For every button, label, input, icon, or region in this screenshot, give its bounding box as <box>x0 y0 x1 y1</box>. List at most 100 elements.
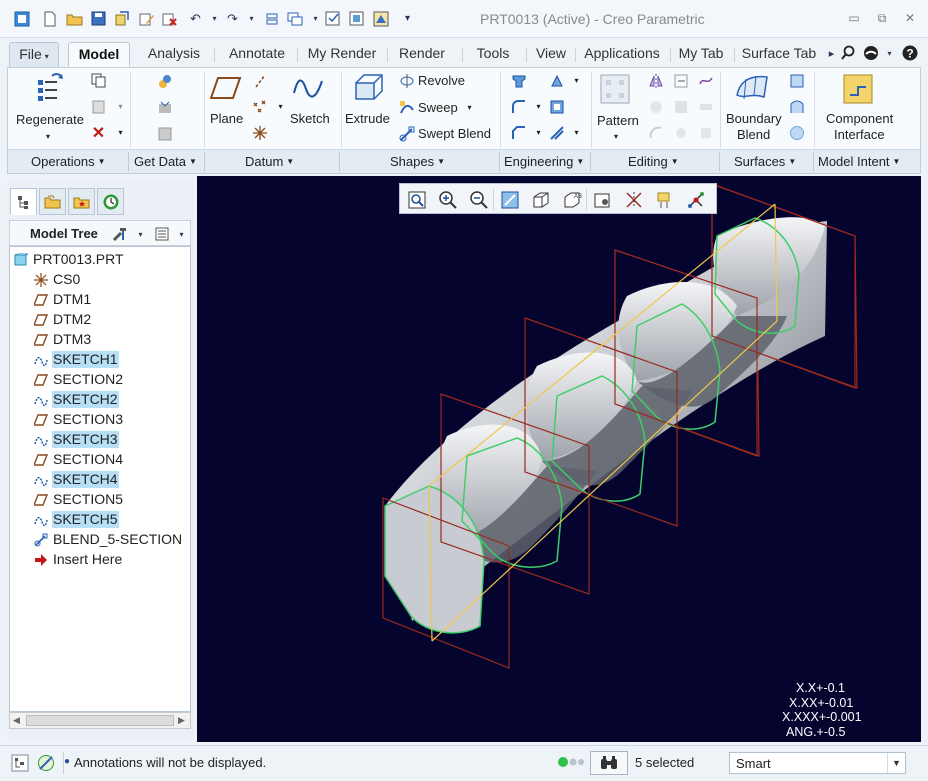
datum-axis-icon[interactable] <box>251 72 268 89</box>
annotation-display-icon[interactable] <box>652 187 677 212</box>
find-button[interactable] <box>590 751 628 775</box>
open-folder-icon[interactable] <box>65 9 84 28</box>
project-icon[interactable] <box>697 72 714 89</box>
graphics-viewport[interactable]: AB X.X+-0.1 X.XX+-0.01 X.XXX+-0.001 ANG.… <box>197 176 921 742</box>
solidify-icon[interactable] <box>697 124 714 141</box>
regenerate-icon[interactable] <box>30 71 70 107</box>
swept-blend-label[interactable]: Swept Blend <box>418 126 491 141</box>
undo-icon[interactable]: ↶ <box>186 9 205 28</box>
revolve-label[interactable]: Revolve <box>418 73 465 88</box>
settings-dropdown-icon[interactable]: ▾ <box>131 225 150 244</box>
horizontal-scrollbar[interactable]: ◀ ▶ <box>9 712 191 729</box>
tree-item[interactable]: BLEND_5-SECTION <box>10 530 190 549</box>
trim-icon[interactable] <box>647 124 664 141</box>
group-datum[interactable]: Datum ▼ <box>245 154 294 169</box>
tree-item[interactable]: SKETCH3 <box>10 430 190 449</box>
tree-item[interactable]: SKETCH4 <box>10 470 190 489</box>
tab-annotate[interactable]: Annotate <box>219 42 295 67</box>
tab-file[interactable]: File ▾ <box>9 42 59 67</box>
regenerate-label[interactable]: Regenerate <box>16 112 84 127</box>
close-window-icon[interactable] <box>160 9 179 28</box>
tab-model[interactable]: Model <box>68 42 130 67</box>
show-list-icon[interactable] <box>152 224 171 243</box>
tree-item[interactable]: CS0 <box>10 270 190 289</box>
paste-icon[interactable] <box>90 98 107 115</box>
intersect-icon[interactable] <box>672 124 689 141</box>
close-button[interactable]: ✕ <box>902 11 918 25</box>
chamfer-icon[interactable] <box>510 124 527 141</box>
regenerate-dropdown-icon[interactable]: ▾ <box>46 132 50 141</box>
plane-label[interactable]: Plane <box>210 111 243 126</box>
render-icon[interactable] <box>371 9 390 28</box>
windows-icon[interactable] <box>285 9 304 28</box>
group-engineering[interactable]: Engineering ▼ <box>504 154 584 169</box>
tree-item[interactable]: DTM1 <box>10 290 190 309</box>
tree-item[interactable]: SECTION3 <box>10 410 190 429</box>
offset-icon[interactable] <box>672 98 689 115</box>
tab-my-tab[interactable]: My Tab <box>672 42 730 67</box>
group-shapes[interactable]: Shapes ▼ <box>390 154 445 169</box>
display-style-icon[interactable] <box>528 187 553 212</box>
component-interface-icon[interactable] <box>840 72 876 106</box>
tree-item[interactable]: DTM2 <box>10 310 190 329</box>
datum-point-icon[interactable] <box>251 98 268 115</box>
redo-dropdown-icon[interactable]: ▾ <box>242 9 261 28</box>
pattern-icon[interactable] <box>598 73 632 105</box>
tree-item[interactable]: Insert Here <box>10 550 190 569</box>
swept-blend-icon[interactable] <box>398 125 415 142</box>
draft-dropdown-icon[interactable]: ▾ <box>568 72 585 89</box>
repaint-icon[interactable] <box>497 187 522 212</box>
mirror-icon[interactable] <box>647 72 664 89</box>
draft-icon[interactable] <box>548 72 565 89</box>
selection-count[interactable]: 5 selected <box>635 755 694 770</box>
extrude-label[interactable]: Extrude <box>345 111 390 126</box>
toggle-navigator-icon[interactable] <box>10 753 29 772</box>
paste-dropdown-icon[interactable]: ▾ <box>112 98 129 115</box>
plane-icon[interactable] <box>209 72 243 104</box>
tab-render[interactable]: Render <box>389 42 455 67</box>
redo-icon[interactable]: ↷ <box>223 9 242 28</box>
tab-applications[interactable]: Applications <box>577 42 667 67</box>
coordinate-system-icon[interactable] <box>251 124 268 141</box>
edit-pencil-icon[interactable] <box>137 9 156 28</box>
restore-button[interactable]: ⧉ <box>874 11 890 25</box>
undo-dropdown-icon[interactable]: ▾ <box>205 9 224 28</box>
datum-display-filters-icon[interactable] <box>621 187 646 212</box>
sketch-icon[interactable] <box>290 72 326 104</box>
scrollbar-thumb[interactable] <box>26 715 174 726</box>
tree-item[interactable]: PRT0013.PRT <box>10 250 190 269</box>
regeneration-status-icon[interactable] <box>557 756 585 771</box>
pattern-dropdown-icon[interactable]: ▾ <box>614 132 618 141</box>
tree-item[interactable]: SKETCH2 <box>10 390 190 409</box>
scroll-right-icon[interactable]: ▶ <box>178 715 185 726</box>
round-icon[interactable] <box>510 98 527 115</box>
help-icon[interactable]: ? <box>900 43 919 62</box>
group-model-intent[interactable]: Model Intent ▼ <box>818 154 900 169</box>
chevron-down-icon[interactable]: ▼ <box>887 753 905 773</box>
sweep-icon[interactable] <box>398 99 415 116</box>
shade-icon[interactable] <box>347 9 366 28</box>
boundary-blend-label-2[interactable]: Blend <box>737 127 770 142</box>
datum-point-dropdown-icon[interactable]: ▾ <box>272 98 289 115</box>
save-icon[interactable] <box>89 9 108 28</box>
rib-icon[interactable] <box>548 124 565 141</box>
view-manager-icon[interactable] <box>590 187 615 212</box>
group-surfaces[interactable]: Surfaces ▼ <box>734 154 796 169</box>
settings-tools-icon[interactable] <box>110 224 129 243</box>
copy-geometry-icon[interactable] <box>156 99 173 116</box>
regenerate-arrows-icon[interactable] <box>262 9 281 28</box>
delete-dropdown-icon[interactable]: ▾ <box>112 124 129 141</box>
extrude-icon[interactable] <box>350 72 386 104</box>
tab-folder-browser[interactable] <box>39 188 66 215</box>
component-interface-label-1[interactable]: Component <box>826 111 893 126</box>
chamfer-dropdown-icon[interactable]: ▾ <box>530 124 547 141</box>
extend-icon[interactable] <box>672 72 689 89</box>
sweep-dropdown-icon[interactable]: ▾ <box>461 99 478 116</box>
sweep-label[interactable]: Sweep <box>418 100 458 115</box>
boundary-blend-label-1[interactable]: Boundary <box>726 111 782 126</box>
style-icon[interactable] <box>788 98 805 115</box>
tree-item[interactable]: DTM3 <box>10 330 190 349</box>
tree-item[interactable]: SKETCH5 <box>10 510 190 529</box>
group-operations[interactable]: Operations ▼ <box>31 154 106 169</box>
shrinkwrap-icon[interactable] <box>156 125 173 142</box>
